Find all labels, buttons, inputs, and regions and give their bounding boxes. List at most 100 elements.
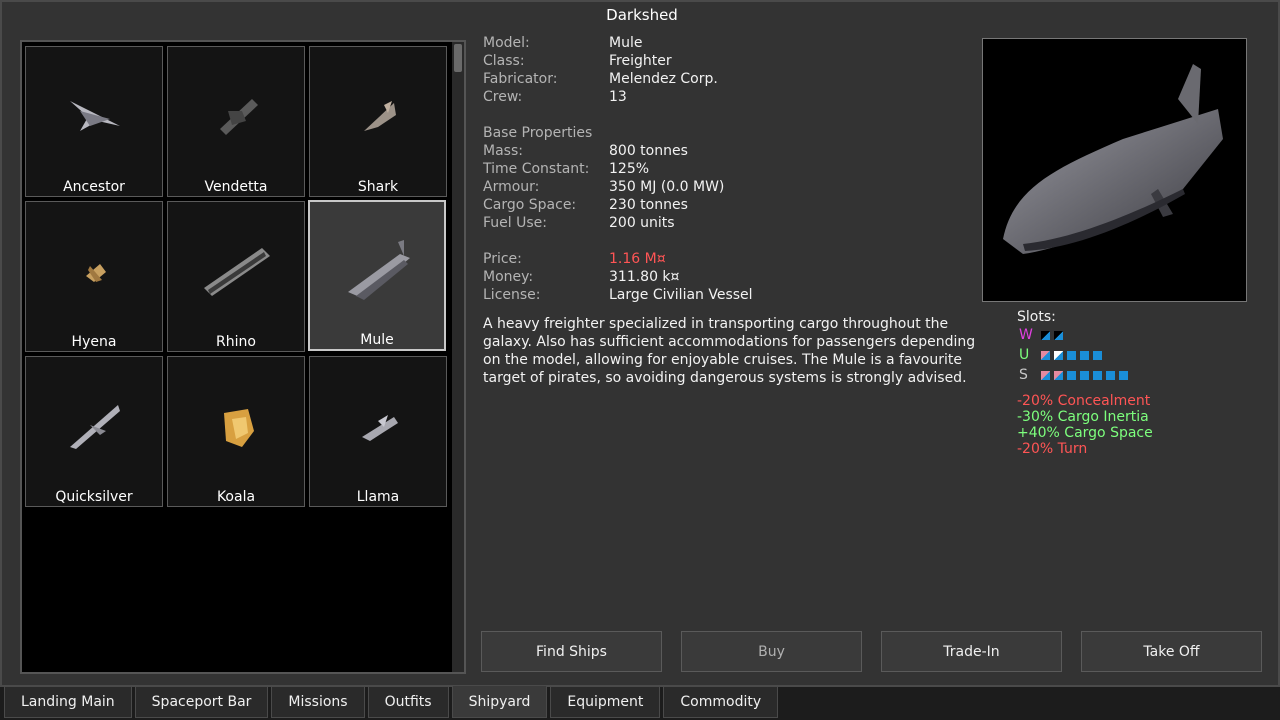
ship-tile-ancestor[interactable]: Ancestor xyxy=(25,46,163,197)
money-value: 311.80 k¤ xyxy=(609,269,680,285)
ship-tile-llama[interactable]: Llama xyxy=(309,356,447,507)
structure-slot-key: S xyxy=(1019,367,1028,383)
ship-list[interactable]: Ancestor Vendetta Shark Hyena Rhino Mule… xyxy=(20,40,466,674)
ship-tile-label: Vendetta xyxy=(204,179,268,195)
armour-value: 350 MJ (0.0 MW) xyxy=(609,179,725,195)
ship-tile-mule[interactable]: Mule xyxy=(308,200,446,351)
armour-label: Armour: xyxy=(483,179,540,195)
modifier-cargo-space: +40% Cargo Space xyxy=(1017,425,1153,441)
trade-in-button[interactable]: Trade-In xyxy=(881,631,1062,672)
ship-tile-label: Ancestor xyxy=(63,179,125,195)
cargo-space-label: Cargo Space: xyxy=(483,197,577,213)
license-label: License: xyxy=(483,287,541,303)
mule-preview-icon xyxy=(1003,64,1223,254)
ship-tile-label: Shark xyxy=(357,179,399,195)
structure-slot-icon xyxy=(1067,370,1076,380)
fabricator-label: Fabricator: xyxy=(483,71,558,87)
structure-slot-icon xyxy=(1093,370,1102,380)
class-label: Class: xyxy=(483,53,525,69)
structure-slot-icon xyxy=(1106,370,1115,380)
tab-equipment[interactable]: Equipment xyxy=(550,686,661,718)
fuel-use-label: Fuel Use: xyxy=(483,215,547,231)
tab-missions[interactable]: Missions xyxy=(271,686,365,718)
ship-tile-label: Hyena xyxy=(71,334,117,350)
mass-value: 800 tonnes xyxy=(609,143,688,159)
price-value: 1.16 M¤ xyxy=(609,251,666,267)
structure-slot-icon xyxy=(1041,370,1050,380)
utility-slot-key: U xyxy=(1019,347,1030,363)
ship-description: A heavy freighter specialized in transpo… xyxy=(483,316,976,386)
class-value: Freighter xyxy=(609,53,672,69)
weapon-slots: W xyxy=(1019,325,1257,345)
ship-tile-hyena[interactable]: Hyena xyxy=(25,201,163,352)
take-off-button[interactable]: Take Off xyxy=(1081,631,1262,672)
cargo-space-value: 230 tonnes xyxy=(609,197,688,213)
weapon-slot-key: W xyxy=(1019,327,1033,343)
rhino-ship-icon xyxy=(204,248,270,296)
structure-slot-icon xyxy=(1119,370,1128,380)
ship-tile-shark[interactable]: Shark xyxy=(309,46,447,197)
structure-slot-icon xyxy=(1080,370,1089,380)
slots-panel: Slots: W U S -20% Concealment -30% Cargo… xyxy=(1017,309,1257,457)
ship-details: Model: Mule Class: Freighter Fabricator: Me… xyxy=(483,34,963,304)
find-ships-button[interactable]: Find Ships xyxy=(481,631,662,672)
scrollbar-thumb[interactable] xyxy=(454,44,462,72)
ship-tile-vendetta[interactable]: Vendetta xyxy=(167,46,305,197)
utility-slot-icon xyxy=(1067,350,1076,360)
time-constant-label: Time Constant: xyxy=(483,161,590,177)
ship-tile-koala[interactable]: Koala xyxy=(167,356,305,507)
ship-preview xyxy=(982,38,1247,302)
tab-outfits[interactable]: Outfits xyxy=(367,686,449,718)
quicksilver-ship-icon xyxy=(70,405,120,449)
koala-ship-icon xyxy=(224,409,254,447)
utility-slot-icon xyxy=(1080,350,1089,360)
ship-modifiers: -20% Concealment -30% Cargo Inertia +40%… xyxy=(1017,393,1257,457)
utility-slot-icon xyxy=(1041,350,1050,360)
shipyard-window: Darkshed Ancestor Vendetta Shark Hyena R… xyxy=(0,0,1280,687)
utility-slot-icon xyxy=(1093,350,1102,360)
utility-slots: U xyxy=(1019,345,1257,365)
mule-ship-icon xyxy=(348,240,410,300)
ship-tile-rhino[interactable]: Rhino xyxy=(167,201,305,352)
modifier-cargo-inertia: -30% Cargo Inertia xyxy=(1017,409,1149,425)
mass-label: Mass: xyxy=(483,143,523,159)
model-label: Model: xyxy=(483,35,530,51)
structure-slots: S xyxy=(1019,365,1257,385)
utility-slot-icon xyxy=(1054,350,1063,360)
ship-tile-label: Llama xyxy=(356,489,400,505)
base-properties-heading: Base Properties xyxy=(483,125,593,141)
model-value: Mule xyxy=(609,35,643,51)
modifier-concealment: -20% Concealment xyxy=(1017,393,1151,409)
slots-heading: Slots: xyxy=(1017,309,1056,325)
fabricator-value: Melendez Corp. xyxy=(609,71,718,87)
llama-ship-icon xyxy=(362,415,398,441)
ship-tile-label: Koala xyxy=(216,489,256,505)
ship-tile-quicksilver[interactable]: Quicksilver xyxy=(25,356,163,507)
crew-label: Crew: xyxy=(483,89,523,105)
structure-slot-icon xyxy=(1054,370,1063,380)
ship-tile-label: Quicksilver xyxy=(55,489,133,505)
tab-spaceport-bar[interactable]: Spaceport Bar xyxy=(134,686,269,718)
weapon-slot-icon xyxy=(1054,330,1063,340)
tab-bar: Landing Main Spaceport Bar Missions Outf… xyxy=(4,686,781,720)
license-value: Large Civilian Vessel xyxy=(609,287,753,303)
ship-list-scrollbar[interactable] xyxy=(452,42,464,672)
buy-button[interactable]: Buy xyxy=(681,631,862,672)
fuel-use-value: 200 units xyxy=(609,215,675,231)
tab-shipyard[interactable]: Shipyard xyxy=(451,686,548,718)
shark-ship-icon xyxy=(364,101,396,131)
vendetta-ship-icon xyxy=(220,99,258,135)
money-label: Money: xyxy=(483,269,534,285)
ship-tile-label: Mule xyxy=(360,332,394,348)
window-title: Darkshed xyxy=(606,6,678,24)
tab-commodity[interactable]: Commodity xyxy=(663,686,779,718)
ancestor-ship-icon xyxy=(70,101,120,131)
hyena-ship-icon xyxy=(86,264,106,282)
tab-landing-main[interactable]: Landing Main xyxy=(4,686,132,718)
price-label: Price: xyxy=(483,251,522,267)
time-constant-value: 125% xyxy=(609,161,650,177)
ship-tile-label: Rhino xyxy=(216,334,256,350)
modifier-turn: -20% Turn xyxy=(1017,441,1088,457)
crew-value: 13 xyxy=(609,89,627,105)
weapon-slot-icon xyxy=(1041,330,1050,340)
